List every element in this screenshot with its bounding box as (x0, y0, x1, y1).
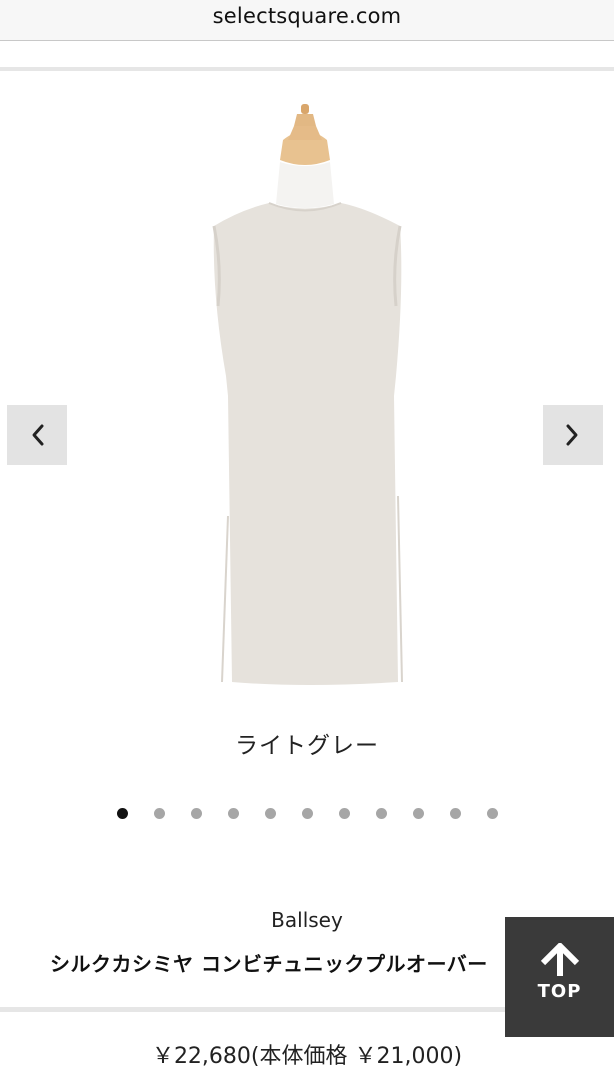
gallery-dot-9[interactable] (412, 808, 424, 819)
gallery-dot-3[interactable] (190, 808, 202, 819)
gallery-dot-11[interactable] (486, 808, 498, 819)
gallery-dot-10[interactable] (449, 808, 461, 819)
color-name-label: ライトグレー (235, 733, 379, 759)
scroll-to-top-button[interactable]: TOP (505, 917, 614, 1037)
gallery-pagination-dots (0, 808, 614, 820)
gallery-dot-7[interactable] (338, 808, 350, 819)
product-page: selectsquare.com ライトグレー Ballsey シルクカシミヤ … (0, 0, 614, 1089)
chevron-left-icon (32, 424, 44, 446)
gallery-dot-2[interactable] (153, 808, 165, 819)
browser-address-bar[interactable]: selectsquare.com (0, 0, 614, 41)
top-button-label: TOP (537, 981, 582, 1002)
gallery-dot-4[interactable] (227, 808, 239, 819)
gallery-dot-1[interactable] (116, 808, 128, 819)
gallery-next-button[interactable] (543, 405, 603, 465)
product-image (212, 104, 403, 685)
gallery-dot-6[interactable] (301, 808, 313, 819)
gallery-prev-button[interactable] (7, 405, 67, 465)
header-divider (0, 67, 614, 71)
gallery-dot-8[interactable] (375, 808, 387, 819)
arrow-up-icon (540, 943, 579, 976)
chevron-right-icon (566, 424, 578, 446)
product-price: ￥22,680(本体価格 ￥21,000) (151, 1044, 463, 1069)
gallery-dot-5[interactable] (264, 808, 276, 819)
url-text: selectsquare.com (212, 4, 402, 28)
